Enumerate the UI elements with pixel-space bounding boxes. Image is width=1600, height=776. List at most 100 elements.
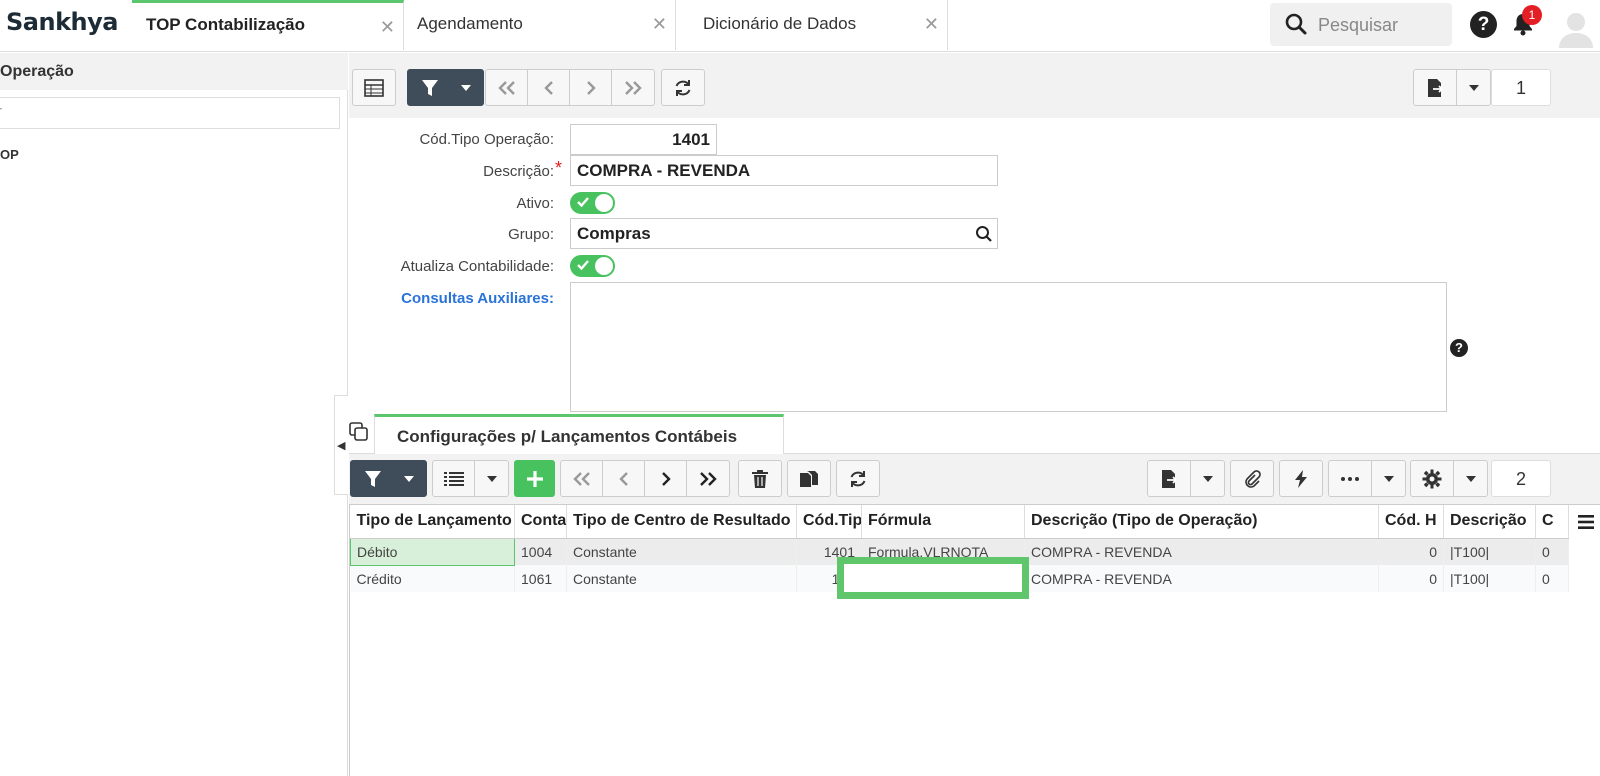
search-box[interactable]: Pesquisar xyxy=(1270,3,1452,46)
consultas-auxiliares-link[interactable]: Consultas Auxiliares: xyxy=(401,290,554,307)
export-group xyxy=(1413,69,1491,106)
add-record-button[interactable] xyxy=(514,460,555,497)
settings-group xyxy=(1410,460,1488,497)
required-marker: * xyxy=(555,158,563,178)
settings-dropdown[interactable] xyxy=(1454,461,1487,496)
delete-button[interactable] xyxy=(738,460,782,497)
table-cell[interactable]: Constante xyxy=(566,538,797,565)
table-cell[interactable]: Débito xyxy=(350,537,515,566)
close-icon[interactable]: ✕ xyxy=(380,17,395,38)
list-view-button[interactable] xyxy=(433,461,475,496)
ativo-toggle[interactable] xyxy=(570,192,615,214)
first-record-button[interactable] xyxy=(561,461,603,496)
atualiza-contabilidade-toggle[interactable] xyxy=(570,255,615,277)
export-button[interactable] xyxy=(1148,461,1191,496)
app-logo[interactable]: Sankhya xyxy=(6,8,118,36)
record-counter: 1 xyxy=(1491,69,1551,106)
table-cell[interactable]: |T100| xyxy=(1443,538,1536,565)
cod-tipo-operacao-label: Cód.Tipo Operação: xyxy=(419,131,554,148)
table-cell[interactable]: Constante xyxy=(566,565,797,592)
column-header[interactable]: Fórmula xyxy=(861,505,1025,539)
help-icon[interactable]: ? xyxy=(1450,339,1468,357)
chevron-right-icon xyxy=(586,80,596,95)
double-chevron-right-icon xyxy=(625,80,642,95)
descricao-field[interactable]: COMPRA - REVENDA xyxy=(570,155,998,186)
table-cell[interactable]: 1004 xyxy=(514,538,567,565)
column-header[interactable]: Tipo de Lançamento xyxy=(350,505,515,539)
grid-refresh-button[interactable] xyxy=(836,460,880,497)
tab-agendamento[interactable]: Agendamento ✕ xyxy=(404,0,676,50)
export-dropdown[interactable] xyxy=(1457,70,1490,105)
previous-record-button[interactable] xyxy=(603,461,645,496)
column-header[interactable]: Descrição xyxy=(1443,505,1536,539)
double-chevron-left-icon xyxy=(497,80,515,95)
column-menu-button[interactable] xyxy=(1572,505,1600,538)
column-header[interactable]: Conta xyxy=(514,505,567,539)
first-record-button[interactable] xyxy=(486,70,528,105)
next-record-button[interactable] xyxy=(570,70,612,105)
tab-configuracoes-lancamentos[interactable]: Configurações p/ Lançamentos Contábeis xyxy=(374,414,784,454)
grid-toolbar: 2 xyxy=(349,454,1600,504)
tree-item[interactable]: OP xyxy=(0,147,19,162)
search-icon[interactable] xyxy=(975,225,993,243)
tab-dicionario-de-dados[interactable]: Dicionário de Dados ✕ xyxy=(676,0,948,50)
column-header[interactable]: Cód. H xyxy=(1378,505,1444,539)
attachment-button[interactable] xyxy=(1230,460,1274,497)
table-cell[interactable]: 0 xyxy=(1535,538,1569,565)
refresh-button[interactable] xyxy=(661,69,705,106)
left-panel-filter-input[interactable]: r xyxy=(0,97,340,129)
export-file-icon xyxy=(1162,469,1178,488)
table-cell[interactable]: 0 xyxy=(1378,538,1444,565)
last-record-button[interactable] xyxy=(687,461,729,496)
caret-down-icon xyxy=(403,475,414,482)
close-icon[interactable]: ✕ xyxy=(652,14,667,35)
next-record-button[interactable] xyxy=(645,461,687,496)
hamburger-menu-icon xyxy=(1578,514,1594,529)
export-dropdown[interactable] xyxy=(1191,461,1224,496)
chevron-right-icon xyxy=(661,471,671,486)
tab-top-contabilizacao[interactable]: TOP Contabilização ✕ xyxy=(132,0,404,50)
export-button[interactable] xyxy=(1414,70,1457,105)
close-icon[interactable]: ✕ xyxy=(924,14,939,35)
grid-filter-button[interactable] xyxy=(350,460,427,497)
toggle-knob xyxy=(595,257,613,275)
table-cell[interactable]: Crédito xyxy=(350,565,515,592)
grupo-field[interactable]: Compras xyxy=(570,218,998,249)
more-button[interactable] xyxy=(1329,461,1372,496)
help-icon[interactable]: ? xyxy=(1470,11,1497,38)
previous-record-button[interactable] xyxy=(528,70,570,105)
grid-view-button[interactable] xyxy=(352,69,396,106)
double-chevron-left-icon xyxy=(572,471,590,486)
settings-button[interactable] xyxy=(1411,461,1454,496)
table-cell[interactable]: 0 xyxy=(1535,565,1569,592)
copy-icon[interactable] xyxy=(349,422,369,442)
filter-button[interactable] xyxy=(407,69,484,106)
list-view-dropdown[interactable] xyxy=(475,461,508,496)
plus-icon xyxy=(526,470,543,487)
grid-header-row: Tipo de Lançamento Conta Tipo de Centro … xyxy=(350,505,1569,539)
table-cell[interactable]: 1061 xyxy=(514,565,567,592)
duplicate-button[interactable] xyxy=(787,460,831,497)
avatar[interactable] xyxy=(1556,8,1596,48)
gear-icon xyxy=(1422,469,1442,488)
main-content: 1 Cód.Tipo Operação: 1401 Descrição: * C… xyxy=(349,53,1600,776)
table-cell[interactable]: COMPRA - REVENDA xyxy=(1024,538,1379,565)
collapse-panel-handle[interactable]: ◀ xyxy=(334,395,348,495)
column-header[interactable]: Cód.Tipo xyxy=(796,505,862,539)
consultas-auxiliares-textarea[interactable] xyxy=(570,282,1447,412)
column-header[interactable]: Tipo de Centro de Resultado xyxy=(566,505,797,539)
column-header[interactable]: Descrição (Tipo de Operação) xyxy=(1024,505,1379,539)
column-header[interactable]: C xyxy=(1535,505,1569,539)
more-group xyxy=(1328,460,1406,497)
formula-edit-highlight[interactable] xyxy=(837,557,1029,599)
navigation-group xyxy=(485,69,655,106)
table-cell[interactable]: COMPRA - REVENDA xyxy=(1024,565,1379,592)
cod-tipo-operacao-field[interactable]: 1401 xyxy=(570,124,717,155)
table-cell[interactable]: |T100| xyxy=(1443,565,1536,592)
filter-icon xyxy=(364,470,381,487)
actions-button[interactable] xyxy=(1279,460,1323,497)
last-record-button[interactable] xyxy=(612,70,654,105)
top-bar: Sankhya TOP Contabilização ✕ Agendamento… xyxy=(0,0,1600,52)
more-dropdown[interactable] xyxy=(1372,461,1405,496)
table-cell[interactable]: 0 xyxy=(1378,565,1444,592)
